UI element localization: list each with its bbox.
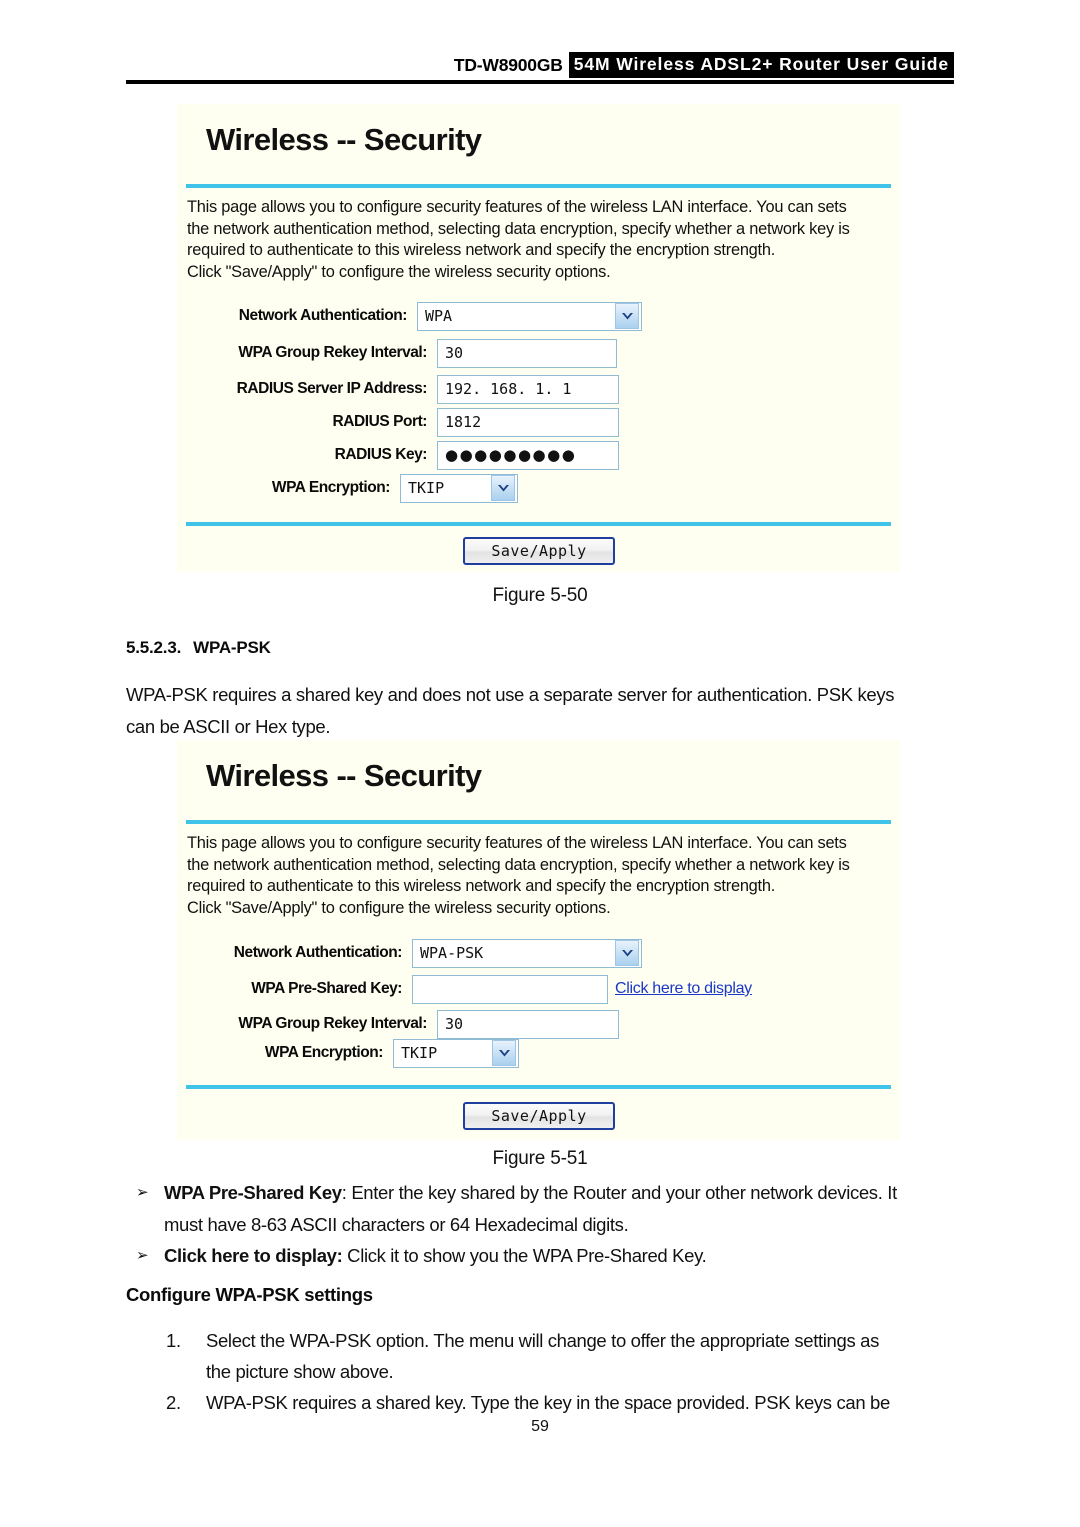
configure-settings-subheading: Configure WPA-PSK settings xyxy=(126,1284,373,1305)
bullet-line-rest: : Enter the key shared by the Router and… xyxy=(341,1182,897,1203)
panel-bottom-rule xyxy=(186,1085,891,1089)
chevron-down-icon[interactable] xyxy=(615,940,639,966)
wpa-encryption-select[interactable]: TKIP xyxy=(393,1038,519,1068)
form-row-network-authentication: Network Authentication: WPA xyxy=(187,301,642,331)
form-row-wpa-group-rekey-interval: WPA Group Rekey Interval: 30 xyxy=(187,1009,619,1039)
chevron-down-icon[interactable] xyxy=(491,475,515,501)
bullet-text: Click here to display: Click it to show … xyxy=(164,1240,954,1272)
list-item: ➢ Click here to display: Click it to sho… xyxy=(126,1240,954,1272)
form-row-radius-port: RADIUS Port: 1812 xyxy=(187,407,619,437)
form-row-wpa-preshared-key: WPA Pre-Shared Key: Click here to displa… xyxy=(187,974,752,1004)
paragraph-line: can be ASCII or Hex type. xyxy=(126,716,331,737)
radius-server-ip-input[interactable]: 192. 168. 1. 1 xyxy=(437,374,619,404)
wireless-security-panel-wpapsk: Wireless -- Security This page allows yo… xyxy=(177,740,900,1140)
form-row-wpa-group-rekey-interval: WPA Group Rekey Interval: 30 xyxy=(187,338,617,368)
panel-top-rule xyxy=(186,184,891,188)
radius-port-label: RADIUS Port: xyxy=(332,413,428,430)
intro-paragraph: WPA-PSK requires a shared key and does n… xyxy=(126,679,954,743)
chevron-down-icon[interactable] xyxy=(615,303,639,329)
network-authentication-select[interactable]: WPA xyxy=(417,301,642,331)
list-line: the picture show above. xyxy=(206,1361,394,1382)
wpa-encryption-label: WPA Encryption: xyxy=(264,1044,384,1061)
wpa-preshared-key-label: WPA Pre-Shared Key: xyxy=(251,980,402,997)
save-apply-button[interactable]: Save/Apply xyxy=(463,1102,615,1130)
wpa-encryption-value: TKIP xyxy=(401,1044,438,1062)
list-item-text: Select the WPA-PSK option. The menu will… xyxy=(206,1325,954,1387)
chevron-down-icon[interactable] xyxy=(492,1040,516,1066)
click-here-to-display-link[interactable]: Click here to display xyxy=(608,980,752,998)
figure-caption-5-51: Figure 5-51 xyxy=(492,1148,588,1169)
list-number: 2. xyxy=(166,1392,181,1413)
wpa-group-rekey-interval-label: WPA Group Rekey Interval: xyxy=(238,1015,427,1032)
section-heading: 5.5.2.3. WPA-PSK xyxy=(126,638,271,658)
panel-title: Wireless -- Security xyxy=(206,122,482,157)
panel-bottom-rule xyxy=(186,522,891,526)
save-apply-button[interactable]: Save/Apply xyxy=(463,537,615,565)
header-model-name: TD-W8900GB xyxy=(453,54,563,75)
panel-title: Wireless -- Security xyxy=(206,758,482,793)
network-authentication-value: WPA-PSK xyxy=(420,944,484,962)
list-item-text: WPA-PSK requires a shared key. Type the … xyxy=(206,1387,954,1418)
list-item: 1. Select the WPA-PSK option. The menu w… xyxy=(126,1325,954,1387)
wireless-security-panel-wpa: Wireless -- Security This page allows yo… xyxy=(177,104,900,572)
form-row-radius-server-ip: RADIUS Server IP Address: 192. 168. 1. 1 xyxy=(187,374,619,404)
form-row-wpa-encryption: WPA Encryption: TKIP xyxy=(187,473,518,503)
paragraph-line: WPA-PSK requires a shared key and does n… xyxy=(126,684,895,705)
section-title: WPA-PSK xyxy=(193,638,271,657)
wpa-group-rekey-interval-input[interactable]: 30 xyxy=(437,338,617,368)
figure-caption-5-50: Figure 5-50 xyxy=(492,585,588,606)
wpa-group-rekey-interval-input[interactable]: 30 xyxy=(437,1009,619,1039)
description-line: the network authentication method, selec… xyxy=(187,855,850,874)
form-row-wpa-encryption: WPA Encryption: TKIP xyxy=(187,1038,519,1068)
wpa-encryption-value: TKIP xyxy=(408,479,445,497)
wpa-encryption-select[interactable]: TKIP xyxy=(400,473,518,503)
list-item: 2. WPA-PSK requires a shared key. Type t… xyxy=(126,1387,954,1418)
network-authentication-value: WPA xyxy=(425,307,453,325)
network-authentication-label: Network Authentication: xyxy=(233,944,403,961)
section-number: 5.5.2.3. xyxy=(126,638,182,657)
wpa-preshared-key-input[interactable] xyxy=(412,974,608,1004)
bullet-line: must have 8-63 ASCII characters or 64 He… xyxy=(164,1214,629,1235)
page-header: TD-W8900GB 54M Wireless ADSL2+ Router Us… xyxy=(126,52,954,78)
bullet-line: WPA Pre-Shared Key: Enter the key shared… xyxy=(164,1177,954,1209)
header-document-title: 54M Wireless ADSL2+ Router User Guide xyxy=(568,52,954,78)
list-item: ➢ WPA Pre-Shared Key: Enter the key shar… xyxy=(126,1177,954,1241)
network-authentication-select[interactable]: WPA-PSK xyxy=(412,938,642,968)
panel-description: This page allows you to configure securi… xyxy=(187,197,891,283)
description-line: This page allows you to configure securi… xyxy=(187,834,847,852)
list-line: Select the WPA-PSK option. The menu will… xyxy=(206,1330,879,1351)
description-line: This page allows you to configure securi… xyxy=(187,198,847,216)
bullet-line: Click here to display: Click it to show … xyxy=(164,1240,954,1272)
list-line: WPA-PSK requires a shared key. Type the … xyxy=(206,1392,890,1413)
network-authentication-label: Network Authentication: xyxy=(238,307,408,324)
form-row-radius-key: RADIUS Key: ●●●●●●●●● xyxy=(187,440,619,470)
description-line: the network authentication method, selec… xyxy=(187,219,850,238)
radius-key-input[interactable]: ●●●●●●●●● xyxy=(437,440,619,470)
description-line: Click "Save/Apply" to configure the wire… xyxy=(187,262,611,281)
bullet-term: WPA Pre-Shared Key xyxy=(164,1182,342,1203)
bullet-term: Click here to display: xyxy=(164,1245,343,1266)
radius-port-input[interactable]: 1812 xyxy=(437,407,619,437)
description-line: required to authenticate to this wireles… xyxy=(187,241,776,259)
panel-description: This page allows you to configure securi… xyxy=(187,833,891,919)
wpa-group-rekey-interval-label: WPA Group Rekey Interval: xyxy=(238,344,427,361)
panel-top-rule xyxy=(186,820,891,824)
radius-key-label: RADIUS Key: xyxy=(334,446,428,463)
radius-server-ip-label: RADIUS Server IP Address: xyxy=(236,380,428,397)
header-divider-rule xyxy=(126,80,954,84)
description-line: required to authenticate to this wireles… xyxy=(187,877,776,895)
description-line: Click "Save/Apply" to configure the wire… xyxy=(187,898,611,917)
arrow-bullet-icon: ➢ xyxy=(136,1247,149,1264)
bullet-line-rest: Click it to show you the WPA Pre-Shared … xyxy=(342,1245,707,1266)
page-number: 59 xyxy=(531,1418,549,1435)
form-row-network-authentication: Network Authentication: WPA-PSK xyxy=(187,938,642,968)
wpa-encryption-label: WPA Encryption: xyxy=(271,479,391,496)
bullet-text: WPA Pre-Shared Key: Enter the key shared… xyxy=(164,1177,954,1241)
arrow-bullet-icon: ➢ xyxy=(136,1184,149,1201)
list-number: 1. xyxy=(166,1330,181,1351)
